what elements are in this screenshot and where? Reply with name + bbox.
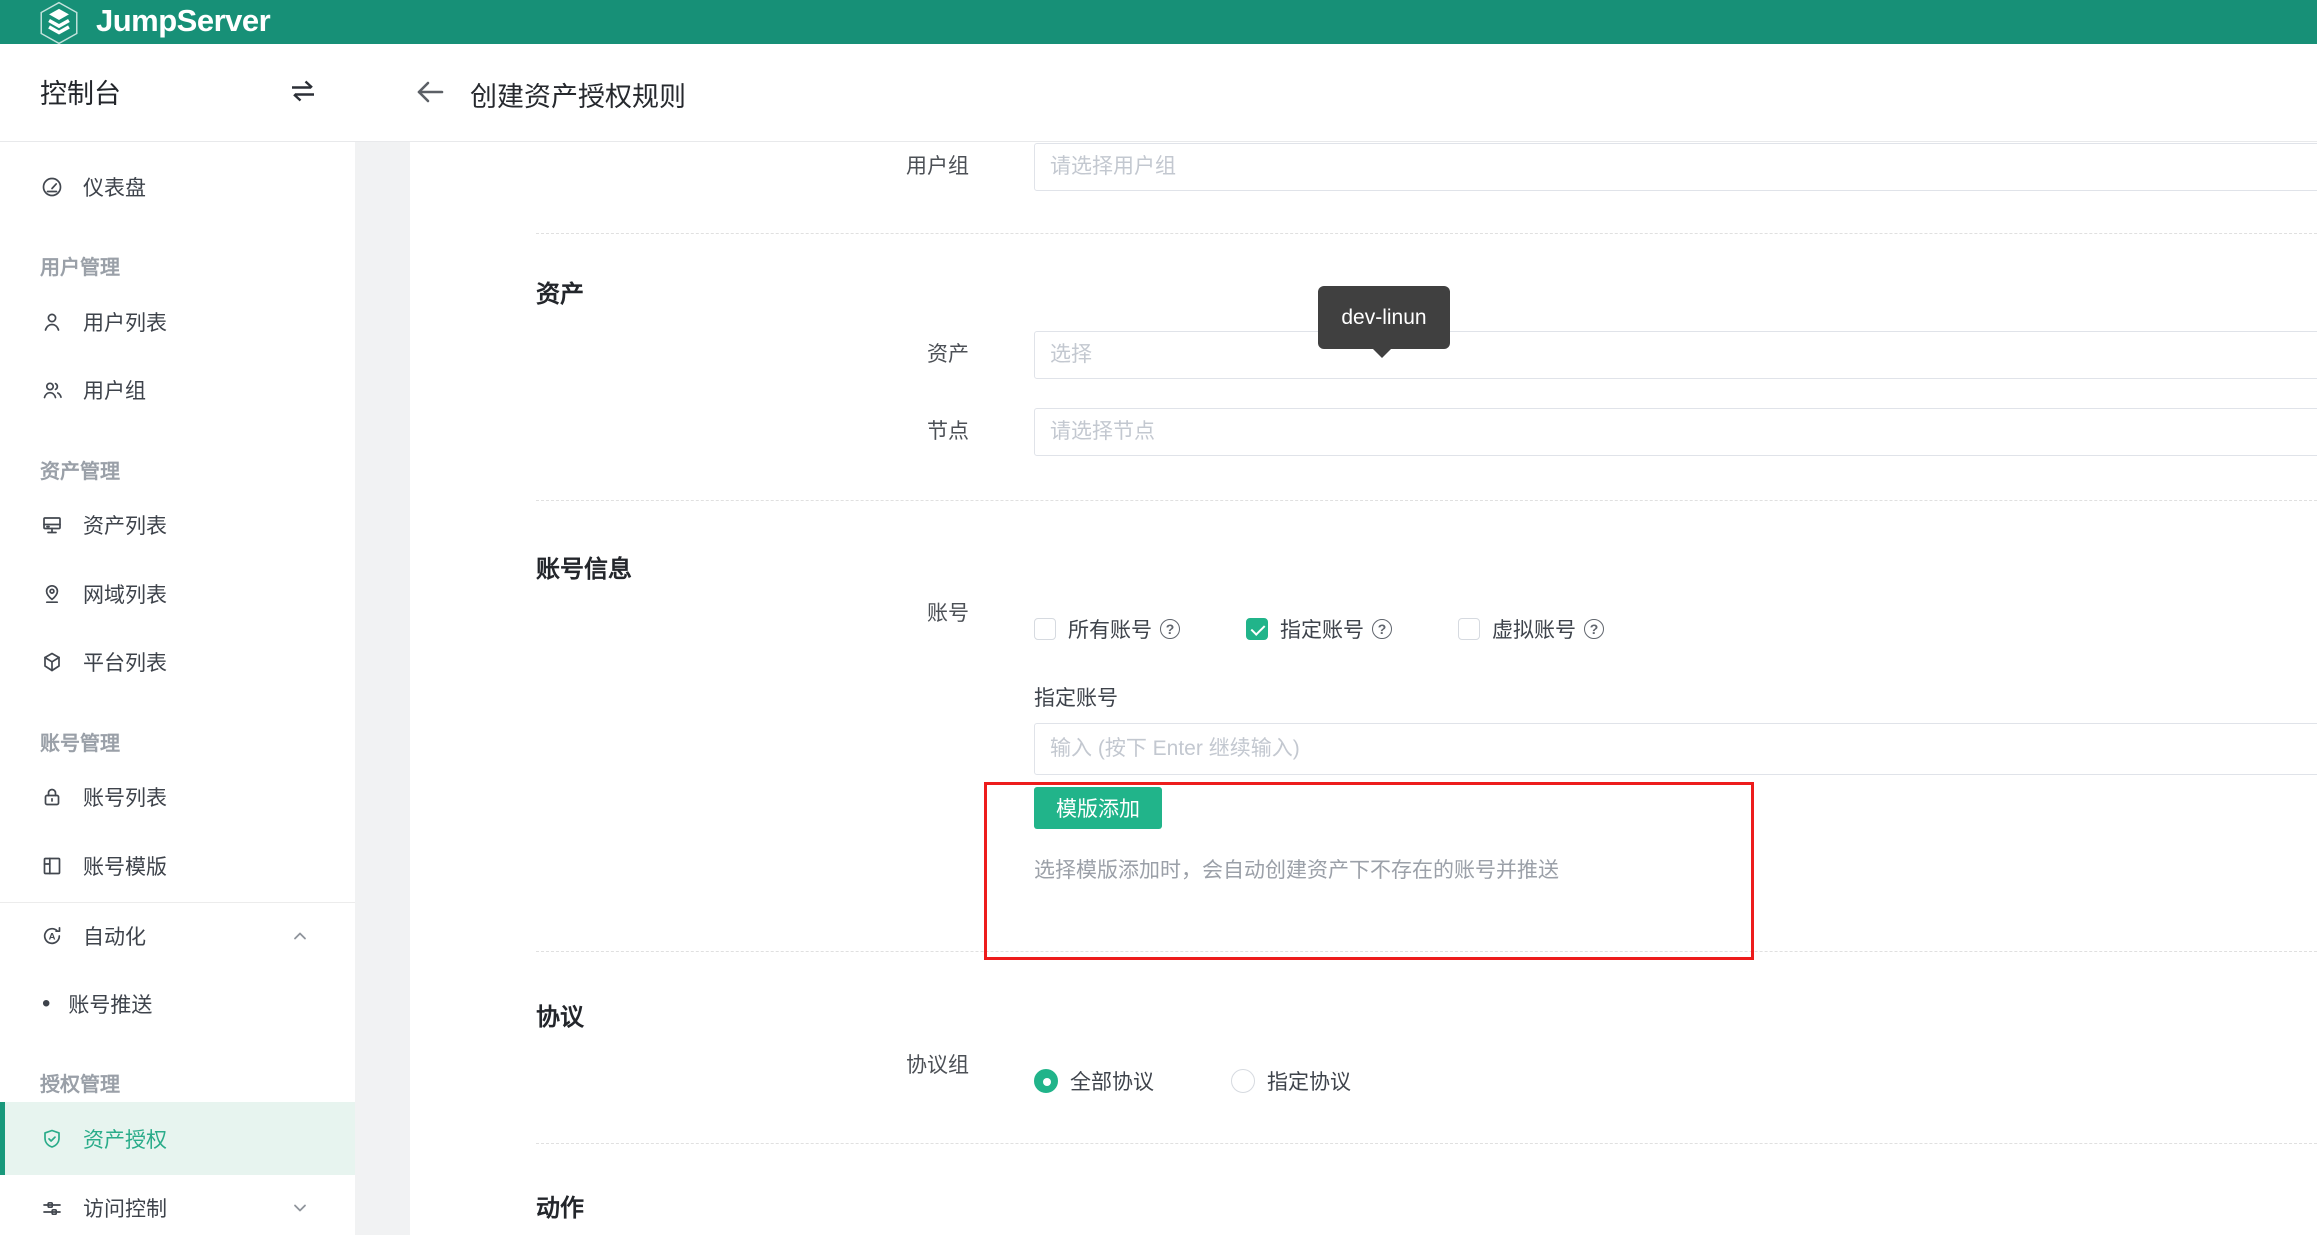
- automation-icon: A: [40, 924, 64, 948]
- sidebar-subitem-account-push[interactable]: • 账号推送: [0, 980, 355, 1028]
- jumpserver-screen: JumpServer 控制台 创建资产授权规则 仪表盘 用户管理: [0, 0, 2317, 1235]
- sidebar-content-gutter: [355, 142, 410, 1235]
- sidebar-item-label: 账号列表: [83, 782, 167, 812]
- specified-protocols-radio[interactable]: [1231, 1069, 1255, 1093]
- help-icon[interactable]: ?: [1160, 619, 1180, 639]
- all-accounts-option: 所有账号 ?: [1034, 614, 1180, 644]
- radio-label: 指定协议: [1267, 1066, 1351, 1096]
- template-helper-text: 选择模版添加时，会自动创建资产下不存在的账号并推送: [1034, 854, 1559, 884]
- sidebar-group-user-management: 用户管理: [40, 251, 120, 280]
- chevron-up-icon[interactable]: [288, 924, 312, 948]
- monitor-icon: [40, 513, 64, 537]
- sidebar-group-authorization-management: 授权管理: [40, 1068, 120, 1097]
- virtual-accounts-checkbox[interactable]: [1458, 618, 1480, 640]
- specified-protocols-option: 指定协议: [1231, 1066, 1351, 1096]
- sidebar: 仪表盘 用户管理 用户列表 用户组 资产管理 资产列表: [0, 142, 355, 1235]
- sliders-icon: [40, 1196, 64, 1220]
- sidebar-item-label: 资产授权: [83, 1124, 167, 1154]
- sidebar-item-label: 用户组: [83, 375, 146, 405]
- all-protocols-radio[interactable]: [1034, 1069, 1058, 1093]
- help-icon[interactable]: ?: [1372, 619, 1392, 639]
- tooltip-text: dev-linun: [1341, 306, 1426, 330]
- asset-tooltip: dev-linun: [1318, 286, 1450, 349]
- sidebar-item-account-template[interactable]: 账号模版: [0, 842, 355, 890]
- action-section-title: 动作: [536, 1188, 584, 1223]
- sidebar-item-asset-authorization[interactable]: 资产授权: [0, 1102, 355, 1175]
- sidebar-item-label: 网域列表: [83, 579, 167, 609]
- template-add-button[interactable]: 模版添加: [1034, 787, 1162, 829]
- sidebar-item-label: 仪表盘: [83, 172, 146, 202]
- checkbox-label: 指定账号: [1280, 614, 1364, 644]
- chevron-down-icon[interactable]: [288, 1196, 312, 1220]
- section-divider: [536, 233, 2317, 234]
- swap-horizontal-icon[interactable]: [286, 74, 320, 108]
- account-label: 账号: [410, 602, 969, 626]
- section-divider: [536, 951, 2317, 952]
- user-group-label: 用户组: [410, 143, 969, 191]
- checkbox-label: 所有账号: [1068, 614, 1152, 644]
- sidebar-subitem-label: 账号推送: [68, 989, 152, 1019]
- sidebar-item-access-control[interactable]: 访问控制: [0, 1184, 355, 1232]
- specified-accounts-option: 指定账号 ?: [1246, 614, 1392, 644]
- sidebar-item-user-list[interactable]: 用户列表: [0, 298, 355, 346]
- shield-check-icon: [40, 1127, 64, 1151]
- back-arrow-icon[interactable]: [412, 74, 448, 110]
- lock-icon: [40, 785, 64, 809]
- sidebar-item-account-list[interactable]: 账号列表: [0, 773, 355, 821]
- node-select[interactable]: [1034, 408, 2317, 456]
- sidebar-item-label: 账号模版: [83, 851, 167, 881]
- specified-accounts-checkbox[interactable]: [1246, 618, 1268, 640]
- all-protocols-option: 全部协议: [1034, 1066, 1154, 1096]
- help-icon[interactable]: ?: [1584, 619, 1604, 639]
- user-icon: [40, 310, 64, 334]
- sidebar-item-label: 平台列表: [83, 647, 167, 677]
- sidebar-item-dashboard[interactable]: 仪表盘: [0, 163, 355, 211]
- account-type-options: 所有账号 ? 指定账号 ? 虚拟账号 ?: [1034, 614, 1604, 644]
- sidebar-item-user-group[interactable]: 用户组: [0, 366, 355, 414]
- sidebar-item-label: 访问控制: [83, 1193, 167, 1223]
- brand-name: JumpServer: [96, 3, 270, 39]
- gauge-icon: [40, 175, 64, 199]
- svg-text:A: A: [49, 932, 56, 943]
- console-label: 控制台: [40, 72, 121, 111]
- virtual-accounts-option: 虚拟账号 ?: [1458, 614, 1604, 644]
- protocol-options: 全部协议 指定协议: [1034, 1066, 1351, 1096]
- sidebar-item-label: 用户列表: [83, 307, 167, 337]
- sidebar-group-asset-management: 资产管理: [40, 455, 120, 484]
- protocol-group-label: 协议组: [410, 1054, 969, 1078]
- section-divider: [536, 1143, 2317, 1144]
- users-icon: [40, 378, 64, 402]
- all-accounts-checkbox[interactable]: [1034, 618, 1056, 640]
- cube-icon: [40, 650, 64, 674]
- asset-label: 资产: [410, 331, 969, 379]
- sidebar-item-label: 自动化: [83, 921, 146, 951]
- checkbox-label: 虚拟账号: [1492, 614, 1576, 644]
- radio-label: 全部协议: [1070, 1066, 1154, 1096]
- account-section-title: 账号信息: [536, 549, 632, 584]
- create-rule-form: 用户组 资产 dev-linun 资产 节点 账号信息 账号 所有账号 ? 指定…: [410, 142, 2317, 1235]
- top-bar: JumpServer: [0, 0, 2317, 44]
- sidebar-item-automation[interactable]: A 自动化: [0, 912, 355, 960]
- sidebar-group-account-management: 账号管理: [40, 727, 120, 756]
- section-divider: [536, 500, 2317, 501]
- sidebar-item-asset-list[interactable]: 资产列表: [0, 501, 355, 549]
- sidebar-item-domain-list[interactable]: 网域列表: [0, 570, 355, 618]
- sidebar-divider: [0, 902, 355, 903]
- jumpserver-logo-icon: [36, 0, 82, 46]
- specified-account-input[interactable]: [1034, 723, 2317, 775]
- sidebar-item-label: 资产列表: [83, 510, 167, 540]
- user-group-select[interactable]: [1034, 143, 2317, 191]
- map-pin-icon: [40, 582, 64, 606]
- protocol-section-title: 协议: [536, 997, 584, 1032]
- asset-section-title: 资产: [536, 274, 584, 309]
- header-bar: 控制台 创建资产授权规则: [0, 44, 2317, 142]
- node-label: 节点: [410, 408, 969, 456]
- bullet-icon: •: [42, 990, 50, 1018]
- specified-account-label: 指定账号: [1034, 682, 1118, 712]
- layout-icon: [40, 854, 64, 878]
- sidebar-item-platform-list[interactable]: 平台列表: [0, 638, 355, 686]
- page-title: 创建资产授权规则: [470, 75, 686, 114]
- asset-select[interactable]: [1034, 331, 2317, 379]
